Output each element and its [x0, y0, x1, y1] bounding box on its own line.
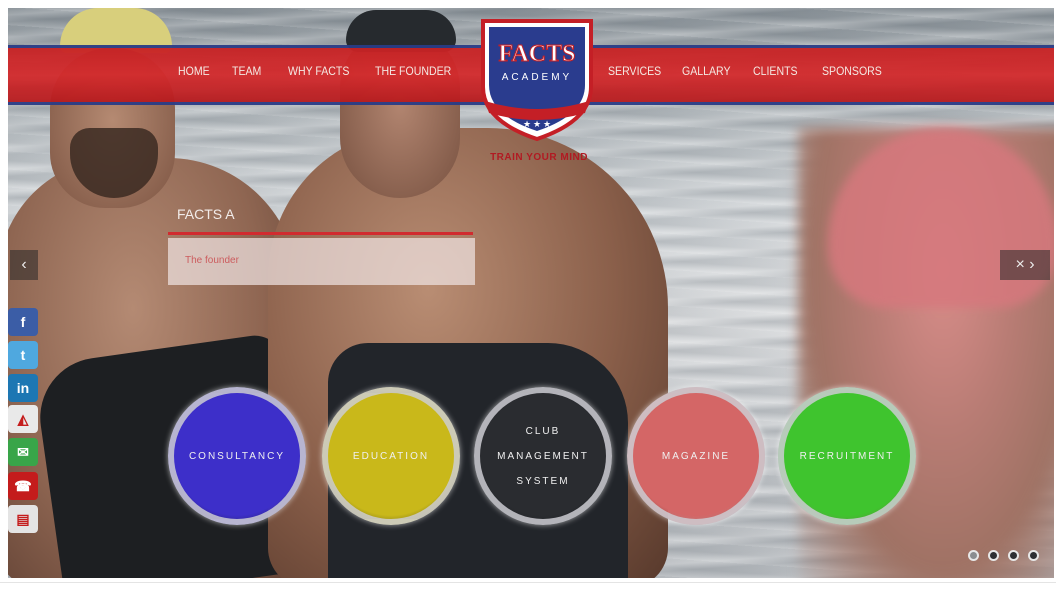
- nav-sponsors[interactable]: SPONSORS: [822, 64, 882, 78]
- service-circle-club-management-system[interactable]: CLUB MANAGEMENT SYSTEM: [474, 387, 612, 525]
- service-circle-consultancy[interactable]: CONSULTANCY: [168, 387, 306, 525]
- slide-title-underline: [168, 232, 473, 235]
- service-circle-label: EDUCATION: [352, 450, 430, 462]
- phone-icon[interactable]: ☎: [8, 472, 38, 500]
- pagination-dot[interactable]: [1008, 550, 1019, 561]
- email-icon[interactable]: ✉: [8, 438, 38, 466]
- logo-tagline: TRAIN YOUR MIND: [490, 152, 588, 163]
- svg-text:ACADEMY: ACADEMY: [502, 72, 572, 83]
- slider-next-arrow-icon[interactable]: × ›: [1000, 250, 1050, 280]
- nav-gallary[interactable]: GALLARY: [682, 64, 731, 78]
- nav-home[interactable]: HOME: [178, 64, 210, 78]
- service-circle-label: CONSULTANCY: [188, 450, 286, 462]
- slider-prev-arrow-icon[interactable]: ‹: [10, 250, 38, 280]
- pagination-dot[interactable]: [1028, 550, 1039, 561]
- nav-services[interactable]: SERVICES: [608, 64, 661, 78]
- pagination-dot[interactable]: [968, 550, 979, 561]
- pagination-dot[interactable]: [988, 550, 999, 561]
- service-circle-education[interactable]: EDUCATION: [322, 387, 460, 525]
- nav-team[interactable]: TEAM: [232, 64, 261, 78]
- network-icon[interactable]: ◭: [8, 405, 38, 433]
- service-circle-recruitment[interactable]: RECRUITMENT: [778, 387, 916, 525]
- contact-card-icon[interactable]: ▤: [8, 505, 38, 533]
- service-circle-label: CLUB MANAGEMENT SYSTEM: [497, 425, 589, 487]
- nav-clients[interactable]: CLIENTS: [753, 64, 798, 78]
- svg-text:FACTS: FACTS: [499, 41, 576, 67]
- twitter-icon[interactable]: t: [8, 341, 38, 369]
- page-divider: [0, 582, 1056, 583]
- nav-the-founder[interactable]: THE FOUNDER: [375, 64, 451, 78]
- facts-academy-logo[interactable]: FACTS ACADEMY ★ ★ ★: [479, 17, 595, 142]
- service-circle-label: MAGAZINE: [661, 450, 731, 462]
- slide-title: FACTS A: [177, 206, 235, 222]
- svg-text:★: ★: [533, 119, 541, 129]
- slider-next-glyph: ›: [1029, 256, 1035, 273]
- nav-why-facts[interactable]: WHY FACTS: [288, 64, 349, 78]
- slider-close-glyph: ×: [1015, 256, 1030, 273]
- service-circle-magazine[interactable]: MAGAZINE: [627, 387, 765, 525]
- svg-text:★: ★: [523, 119, 531, 129]
- slide-caption-text: The founder: [185, 255, 239, 266]
- linkedin-icon[interactable]: in: [8, 374, 38, 402]
- service-circle-label: RECRUITMENT: [799, 450, 895, 462]
- svg-text:★: ★: [543, 119, 551, 129]
- facebook-icon[interactable]: f: [8, 308, 38, 336]
